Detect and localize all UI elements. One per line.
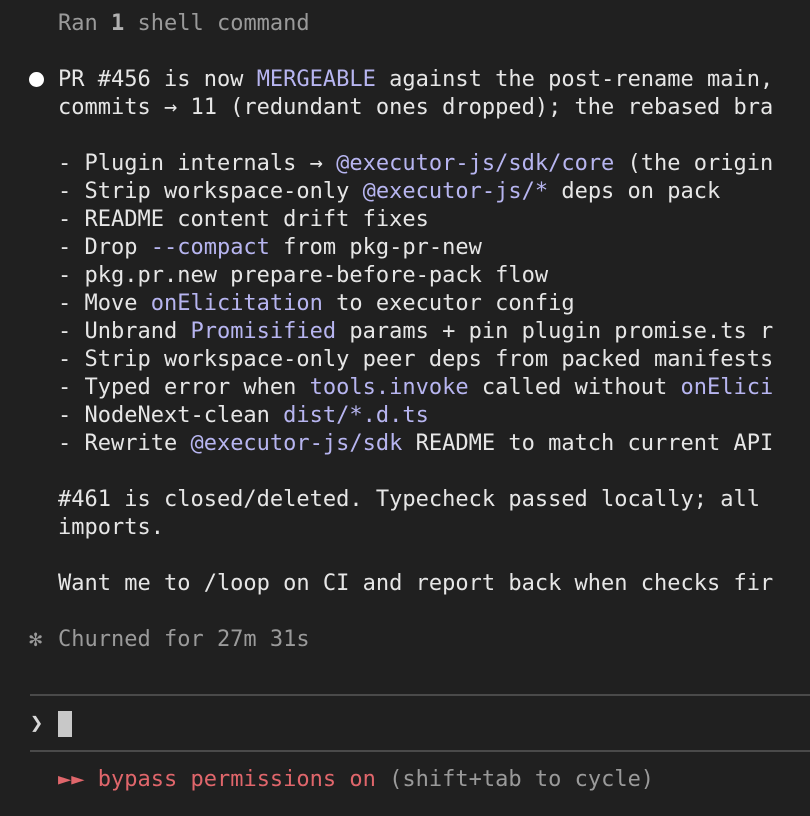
cycle-hint: (shift+tab to cycle) — [375, 767, 655, 792]
list-item: - Strip workspace-only peer deps from pa… — [58, 347, 774, 372]
message-line-2: commits → 11 (redundant ones dropped); t… — [58, 95, 774, 120]
list-item: - Unbrand Promisified params + pin plugi… — [58, 319, 774, 344]
list-item: - Drop --compact from pkg-pr-new — [58, 235, 482, 260]
list-item: - pkg.pr.new prepare-before-pack flow — [58, 263, 549, 288]
question-line: Want me to /loop on CI and report back w… — [58, 571, 774, 596]
permissions-mode-indicator[interactable]: ►► bypass permissions on (shift+tab to c… — [58, 766, 654, 794]
prompt-top-divider — [30, 694, 810, 696]
list-item: - Strip workspace-only @executor-js/* de… — [58, 179, 721, 204]
churned-status: Churned for 27m 31s — [58, 627, 310, 652]
ran-suffix: shell command — [124, 11, 310, 36]
ran-count: 1 — [110, 11, 125, 36]
mergeable-status: MERGEABLE — [256, 67, 376, 92]
list-item: - Rewrite @executor-js/sdk README to mat… — [58, 431, 774, 456]
list-item: - Typed error when tools.invoke called w… — [58, 375, 774, 400]
prompt-bottom-divider — [30, 750, 810, 752]
bypass-label: bypass permissions on — [97, 767, 376, 792]
message-bullet-icon — [29, 72, 44, 87]
list-item: - NodeNext-clean dist/*.d.ts — [58, 403, 429, 428]
list-item: - Move onElicitation to executor config — [58, 291, 575, 316]
closing-line-2: imports. — [58, 515, 164, 540]
ran-prefix: Ran — [58, 11, 111, 36]
message-line-1: PR #456 is now MERGEABLE against the pos… — [58, 67, 774, 92]
closing-line-1: #461 is closed/deleted. Typecheck passed… — [58, 487, 760, 512]
shell-command-summary[interactable]: Ran 1 shell command — [58, 10, 310, 38]
fast-forward-icon: ►► — [58, 767, 98, 792]
terminal-window: Ran 1 shell command PR #456 is now MERGE… — [0, 0, 810, 816]
list-item: - Plugin internals → @executor-js/sdk/co… — [58, 151, 774, 176]
prompt-chevron-icon: ❯ — [30, 711, 44, 736]
prompt-input-cursor[interactable] — [58, 711, 72, 737]
spinner-icon: ✻ — [29, 627, 43, 652]
list-item: - README content drift fixes — [58, 207, 429, 232]
